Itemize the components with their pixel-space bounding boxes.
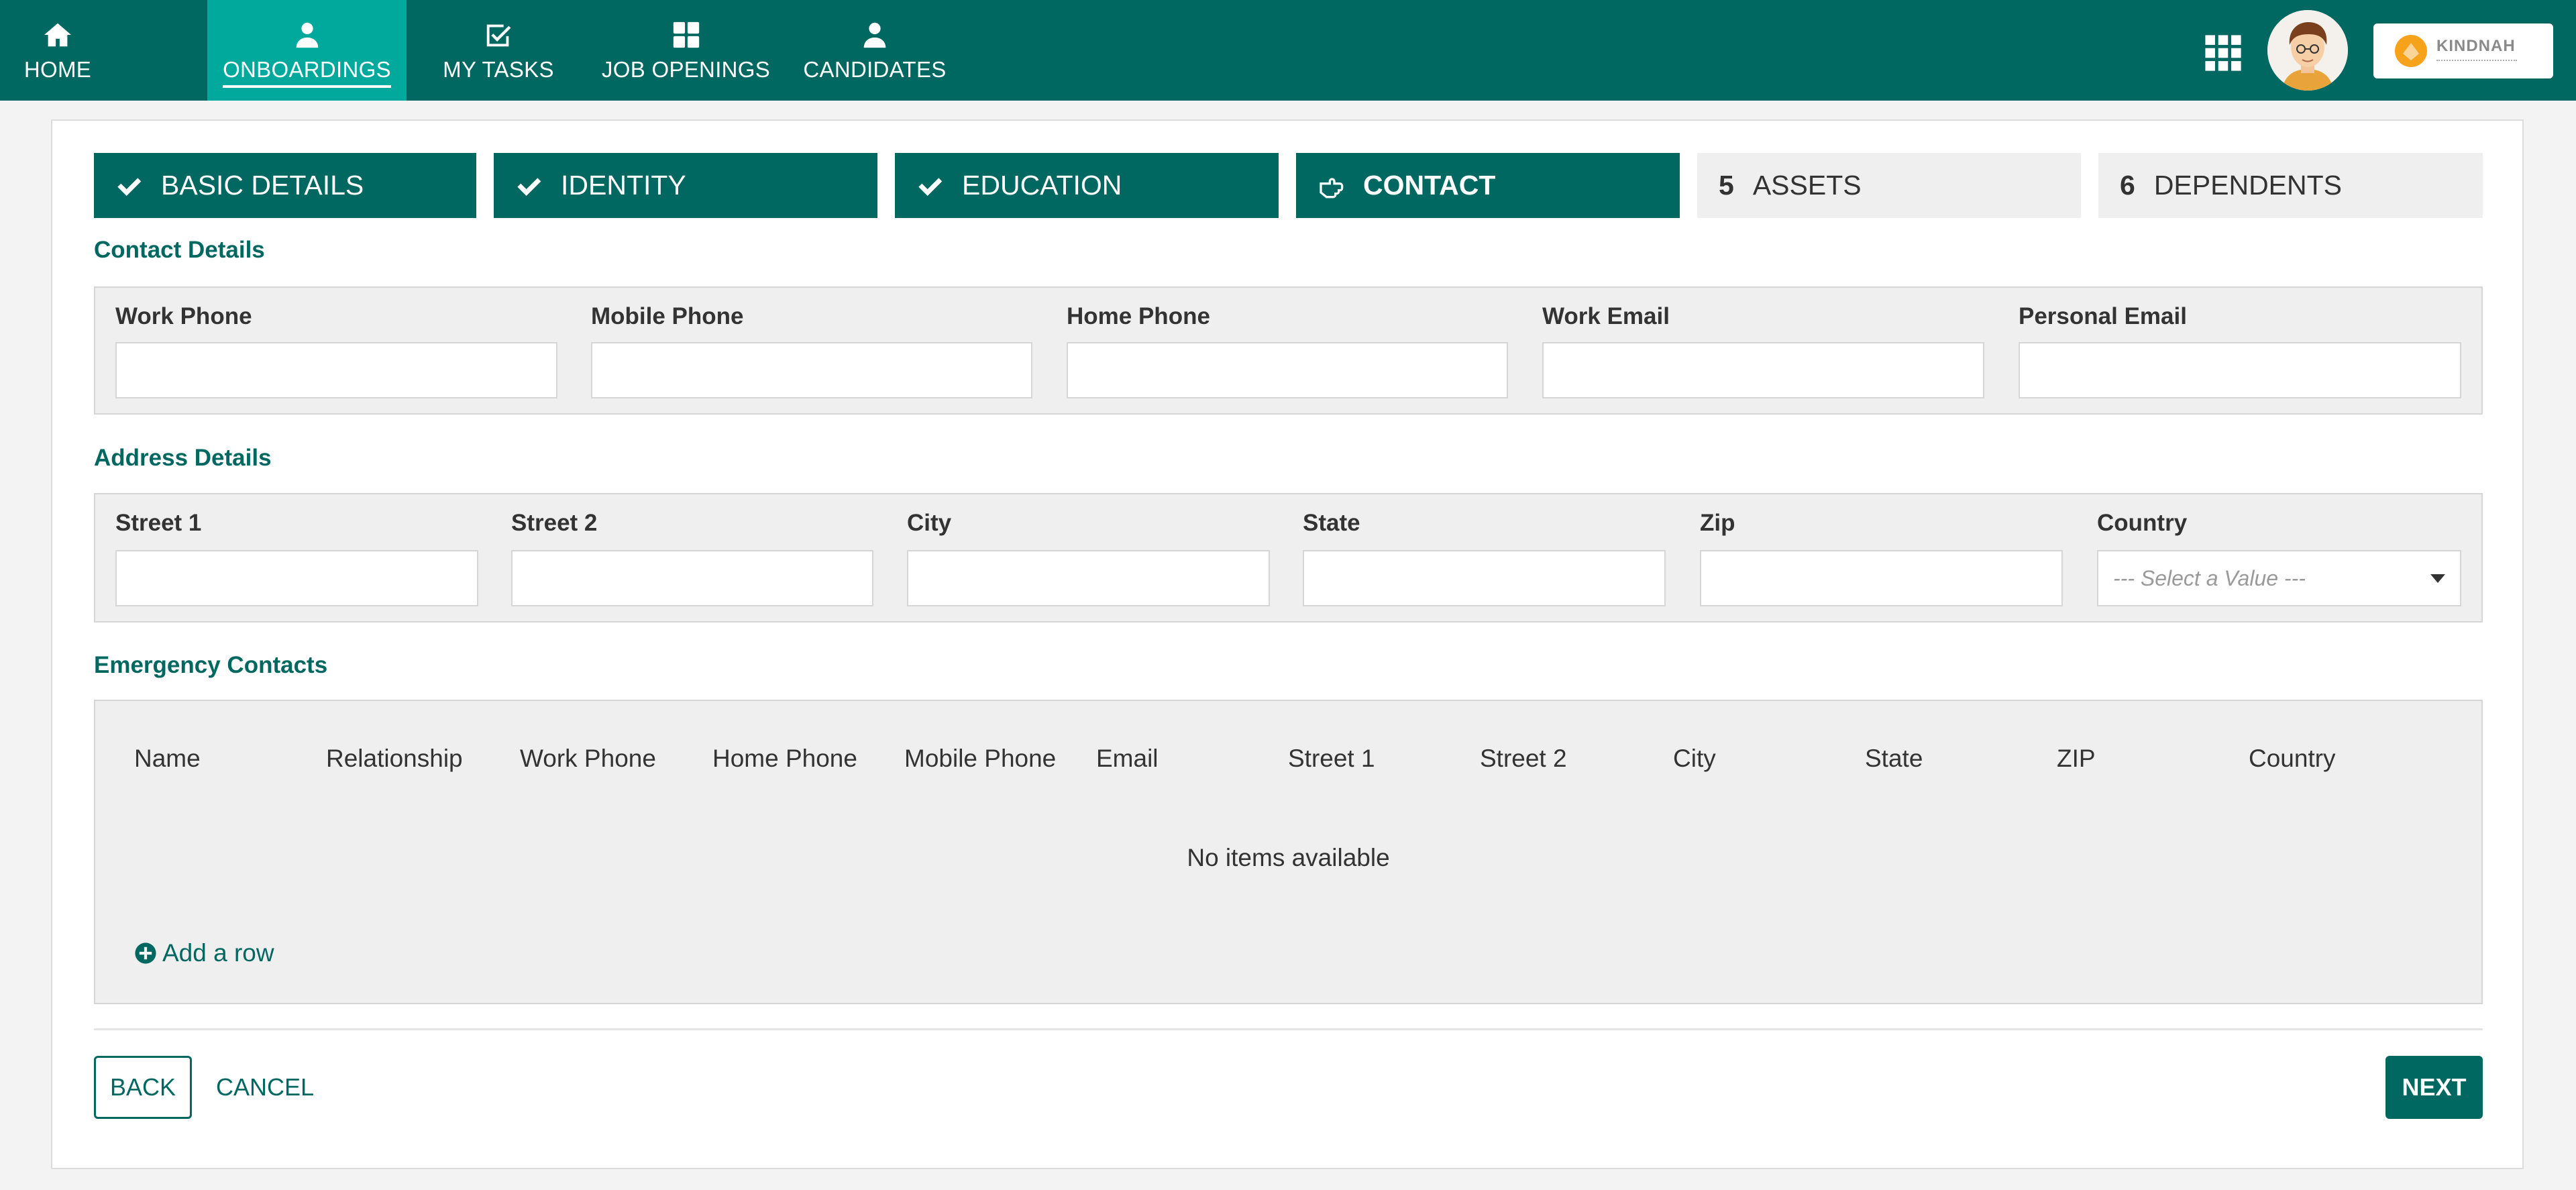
step-identity[interactable]: IDENTITY bbox=[494, 153, 877, 218]
nav-my-tasks[interactable]: MY TASKS bbox=[431, 0, 566, 101]
state-input[interactable] bbox=[1303, 550, 1666, 606]
logo-subtext bbox=[2436, 60, 2517, 65]
empty-grid-message: No items available bbox=[1187, 844, 1390, 871]
check-icon bbox=[515, 170, 546, 201]
top-navigation-bar: HOME ONBOARDINGS MY TASKS JOB OPENINGS C… bbox=[0, 0, 2576, 101]
zip-input[interactable] bbox=[1700, 550, 2063, 606]
street1-label: Street 1 bbox=[115, 510, 202, 536]
step-label: DEPENDENTS bbox=[2153, 170, 2343, 201]
city-input[interactable] bbox=[907, 550, 1270, 606]
nav-job-openings-label: JOB OPENINGS bbox=[601, 57, 771, 82]
person-icon bbox=[858, 18, 892, 52]
personal-email-input[interactable] bbox=[2019, 342, 2461, 398]
column-header-city[interactable]: City bbox=[1673, 745, 1716, 773]
mobile-phone-input[interactable] bbox=[591, 342, 1032, 398]
step-basic-details[interactable]: BASIC DETAILS bbox=[94, 153, 476, 218]
step-label: BASIC DETAILS bbox=[161, 170, 364, 201]
step-label: IDENTITY bbox=[561, 170, 686, 201]
contact-details-title: Contact Details bbox=[94, 237, 265, 263]
footer-divider bbox=[94, 1028, 2483, 1030]
personal-email-label: Personal Email bbox=[2019, 303, 2187, 329]
street1-input[interactable] bbox=[115, 550, 478, 606]
column-header-relationship[interactable]: Relationship bbox=[326, 745, 463, 773]
add-row-label: Add a row bbox=[162, 939, 274, 967]
onboarding-form-card bbox=[51, 119, 2524, 1169]
column-header-name[interactable]: Name bbox=[134, 745, 201, 773]
nav-onboardings-label: ONBOARDINGS bbox=[223, 57, 391, 88]
nav-job-openings[interactable]: JOB OPENINGS bbox=[597, 0, 775, 101]
work-phone-label: Work Phone bbox=[115, 303, 252, 329]
nav-candidates[interactable]: CANDIDATES bbox=[802, 0, 948, 101]
column-header-street2[interactable]: Street 2 bbox=[1480, 745, 1567, 773]
column-header-state[interactable]: State bbox=[1865, 745, 1923, 773]
next-button[interactable]: NEXT bbox=[2385, 1056, 2483, 1119]
step-contact[interactable]: CONTACT bbox=[1296, 153, 1680, 218]
plus-circle-icon bbox=[135, 942, 156, 964]
grid-icon bbox=[669, 18, 703, 52]
state-label: State bbox=[1303, 510, 1360, 536]
country-label: Country bbox=[2097, 510, 2188, 536]
mobile-phone-label: Mobile Phone bbox=[591, 303, 744, 329]
work-email-input[interactable] bbox=[1542, 342, 1984, 398]
apps-grid-icon[interactable] bbox=[2204, 34, 2243, 72]
step-label: ASSETS bbox=[1752, 170, 1862, 201]
column-header-work-phone[interactable]: Work Phone bbox=[520, 745, 656, 773]
address-details-title: Address Details bbox=[94, 445, 272, 471]
column-header-email[interactable]: Email bbox=[1096, 745, 1159, 773]
column-header-street1[interactable]: Street 1 bbox=[1288, 745, 1375, 773]
emergency-contacts-title: Emergency Contacts bbox=[94, 652, 328, 678]
chevron-down-icon bbox=[2430, 574, 2445, 583]
company-logo: KINDNAH bbox=[2373, 23, 2553, 78]
hand-pointer-icon bbox=[1318, 170, 1348, 201]
back-button[interactable]: BACK bbox=[94, 1056, 192, 1119]
check-icon bbox=[115, 170, 146, 201]
home-icon bbox=[41, 18, 74, 52]
cancel-button[interactable]: CANCEL bbox=[216, 1056, 314, 1119]
work-email-label: Work Email bbox=[1542, 303, 1670, 329]
logo-mark-icon bbox=[2395, 35, 2427, 67]
tasks-check-icon bbox=[482, 18, 515, 52]
country-select[interactable]: --- Select a Value --- bbox=[2097, 550, 2461, 606]
step-label: EDUCATION bbox=[962, 170, 1122, 201]
step-number: 6 bbox=[2120, 170, 2135, 201]
column-header-mobile-phone[interactable]: Mobile Phone bbox=[904, 745, 1056, 773]
nav-home[interactable]: HOME bbox=[0, 0, 115, 101]
column-header-country[interactable]: Country bbox=[2249, 745, 2336, 773]
logo-text: KINDNAH bbox=[2436, 37, 2516, 55]
user-avatar[interactable] bbox=[2267, 10, 2348, 91]
step-number: 5 bbox=[1719, 170, 1734, 201]
nav-onboardings[interactable]: ONBOARDINGS bbox=[207, 0, 407, 101]
nav-my-tasks-label: MY TASKS bbox=[443, 57, 554, 82]
city-label: City bbox=[907, 510, 952, 536]
street2-label: Street 2 bbox=[511, 510, 598, 536]
step-education[interactable]: EDUCATION bbox=[895, 153, 1279, 218]
street2-input[interactable] bbox=[511, 550, 873, 606]
country-select-placeholder: --- Select a Value --- bbox=[2113, 565, 2306, 590]
column-header-home-phone[interactable]: Home Phone bbox=[712, 745, 857, 773]
zip-label: Zip bbox=[1700, 510, 1735, 536]
check-icon bbox=[916, 170, 947, 201]
step-assets[interactable]: 5 ASSETS bbox=[1697, 153, 2081, 218]
person-icon bbox=[290, 18, 324, 52]
home-phone-label: Home Phone bbox=[1067, 303, 1210, 329]
column-header-zip[interactable]: ZIP bbox=[2057, 745, 2096, 773]
add-row-button[interactable]: Add a row bbox=[134, 939, 274, 967]
step-dependents[interactable]: 6 DEPENDENTS bbox=[2098, 153, 2483, 218]
nav-candidates-label: CANDIDATES bbox=[803, 57, 947, 82]
work-phone-input[interactable] bbox=[115, 342, 557, 398]
nav-home-label: HOME bbox=[23, 57, 92, 82]
step-label: CONTACT bbox=[1363, 170, 1496, 201]
home-phone-input[interactable] bbox=[1067, 342, 1508, 398]
